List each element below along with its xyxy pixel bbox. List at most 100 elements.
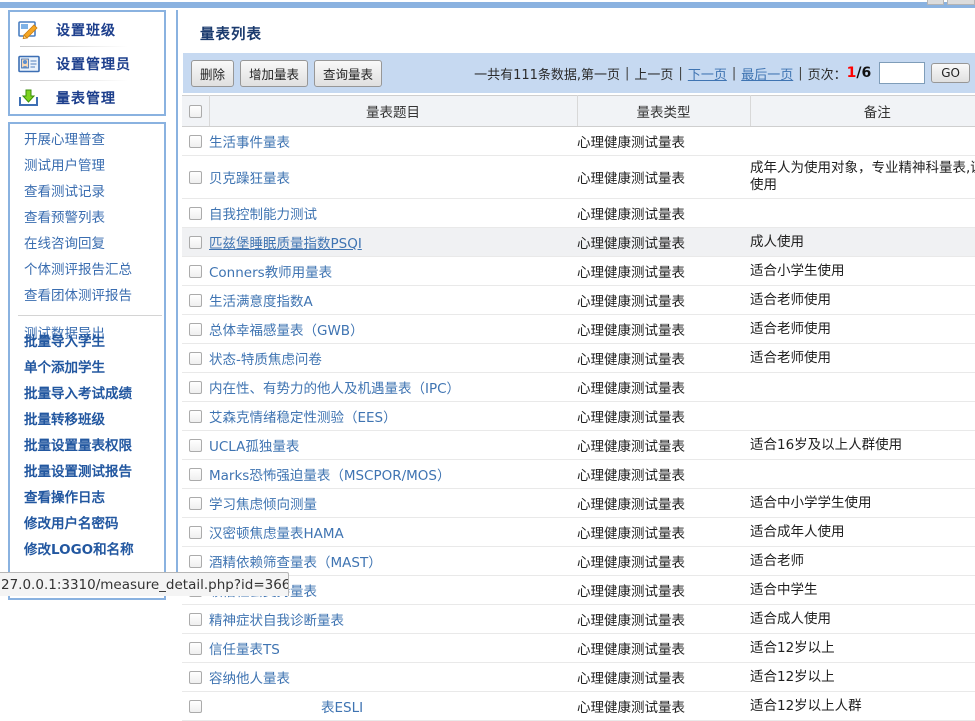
- scale-title-link[interactable]: 状态-特质焦虑问卷: [209, 348, 322, 368]
- row-checkbox[interactable]: [189, 439, 202, 452]
- scale-title-link[interactable]: 生活事件量表: [209, 131, 290, 151]
- scale-type: 心理健康测试量表: [577, 127, 750, 156]
- add-scale-button[interactable]: 增加量表: [240, 60, 308, 87]
- status-bar-url: 27.0.0.1:3310/measure_detail.php?id=366: [0, 572, 289, 596]
- scale-title-link[interactable]: 汉密顿焦虑量表HAMA: [209, 522, 344, 542]
- sidebar-menu-item[interactable]: 测试用户管理: [24, 153, 164, 179]
- scale-title-link[interactable]: 精神症状自我诊断量表: [209, 609, 344, 629]
- sidebar-menu-item[interactable]: 修改LOGO和名称: [24, 537, 164, 563]
- scale-type: 心理健康测试量表: [577, 576, 750, 605]
- sidebar-item-set-class[interactable]: 设置班级: [10, 13, 164, 46]
- scale-type: 心理健康测试量表: [577, 547, 750, 576]
- scale-remark: [750, 199, 975, 228]
- row-checkbox[interactable]: [189, 497, 202, 510]
- row-checkbox[interactable]: [189, 642, 202, 655]
- row-checkbox[interactable]: [189, 135, 202, 148]
- sidebar-menu-item[interactable]: 批量导入学生: [24, 329, 164, 355]
- table-row: 容纳他人量表心理健康测试量表适合12岁以上: [182, 663, 975, 692]
- next-page-link[interactable]: 下一页: [688, 64, 727, 83]
- sidebar-menu-item[interactable]: 在线咨询回复: [24, 231, 164, 257]
- column-header-remark: 备注: [750, 96, 975, 127]
- scale-remark: 适合老师使用: [750, 286, 975, 315]
- scale-title-link[interactable]: 自我控制能力测试: [209, 203, 317, 223]
- window-chrome-stub: [947, 0, 975, 5]
- scale-remark: [750, 402, 975, 431]
- row-checkbox[interactable]: [189, 381, 202, 394]
- row-checkbox[interactable]: [189, 410, 202, 423]
- table-row: 信任量表TS心理健康测试量表适合12岁以上: [182, 634, 975, 663]
- last-page-link[interactable]: 最后一页: [741, 64, 793, 83]
- select-all-checkbox[interactable]: [189, 105, 202, 118]
- row-checkbox[interactable]: [189, 613, 202, 626]
- delete-button[interactable]: 删除: [191, 60, 234, 87]
- scale-title-link[interactable]: 贝克躁狂量表: [209, 167, 290, 187]
- prev-page-link[interactable]: 上一页: [634, 64, 673, 83]
- sidebar-menu-item[interactable]: 批量转移班级: [24, 407, 164, 433]
- sidebar-menu-item[interactable]: 批量设置量表权限: [24, 433, 164, 459]
- scale-title-link[interactable]: 生活满意度指数A: [209, 290, 313, 310]
- row-checkbox[interactable]: [189, 468, 202, 481]
- sidebar-menu-item[interactable]: 开展心理普查: [24, 127, 164, 153]
- scale-title-link[interactable]: 学习焦虑倾向测量: [209, 493, 317, 513]
- scale-remark: 成年人为使用对象，专业精神科量表,谨慎使用: [750, 156, 975, 199]
- scale-title-link[interactable]: Conners教师用量表: [209, 261, 332, 281]
- sidebar-menu-item[interactable]: 单个添加学生: [24, 355, 164, 381]
- row-checkbox[interactable]: [189, 555, 202, 568]
- scale-remark: 适合12岁以上: [750, 634, 975, 663]
- scale-table-body: 生活事件量表心理健康测试量表贝克躁狂量表心理健康测试量表成年人为使用对象，专业精…: [182, 127, 975, 721]
- scale-type: 心理健康测试量表: [577, 228, 750, 257]
- table-row: Marks恐怖强迫量表（MSCPOR/MOS） 心理健康测试量表: [182, 460, 975, 489]
- sidebar-menu-item[interactable]: 查看预警列表: [24, 205, 164, 231]
- scale-remark: 成人使用: [750, 228, 975, 257]
- scale-title-link[interactable]: Marks恐怖强迫量表（MSCPOR/MOS）: [209, 464, 451, 484]
- row-checkbox[interactable]: [189, 700, 202, 713]
- row-checkbox[interactable]: [189, 171, 202, 184]
- sidebar-menu-item[interactable]: 查看操作日志: [24, 485, 164, 511]
- sidebar-menu-item[interactable]: 修改用户名密码: [24, 511, 164, 537]
- pagination-separator: |: [625, 66, 629, 81]
- row-checkbox[interactable]: [189, 236, 202, 249]
- row-checkbox[interactable]: [189, 671, 202, 684]
- sidebar-menu-item[interactable]: 查看团体测评报告: [24, 283, 164, 309]
- sidebar-menu-item[interactable]: 查看测试记录: [24, 179, 164, 205]
- scale-type: 心理健康测试量表: [577, 286, 750, 315]
- sidebar-menu-item[interactable]: 批量设置测试报告: [24, 459, 164, 485]
- scale-title-link[interactable]: 表ESLI: [321, 696, 363, 716]
- scale-title-link[interactable]: 总体幸福感量表（GWB）: [209, 319, 364, 339]
- scale-remark: 适合老师使用: [750, 344, 975, 373]
- row-checkbox[interactable]: [189, 323, 202, 336]
- scale-title-link[interactable]: 信任量表TS: [209, 638, 280, 658]
- edit-pencil-icon: [18, 20, 40, 40]
- scale-type: 心理健康测试量表: [577, 460, 750, 489]
- scale-title-link[interactable]: 匹兹堡睡眠质量指数PSQI: [209, 232, 362, 252]
- row-checkbox[interactable]: [189, 352, 202, 365]
- row-checkbox[interactable]: [189, 207, 202, 220]
- pagination-summary: 一共有111条数据,第一页: [474, 64, 620, 83]
- sidebar-item-label: 设置班级: [56, 20, 116, 40]
- scale-title-link[interactable]: 容纳他人量表: [209, 667, 290, 687]
- table-header-row: 量表题目 量表类型 备注: [182, 96, 975, 127]
- scale-type: 心理健康测试量表: [577, 605, 750, 634]
- table-row: 酒精依赖筛查量表（MAST）心理健康测试量表适合老师: [182, 547, 975, 576]
- table-row: 状态-特质焦虑问卷心理健康测试量表适合老师使用: [182, 344, 975, 373]
- row-checkbox[interactable]: [189, 265, 202, 278]
- scale-title-link[interactable]: 酒精依赖筛查量表（MAST）: [209, 551, 382, 571]
- sidebar-menu-item[interactable]: 批量导入考试成绩: [24, 381, 164, 407]
- scale-title-link[interactable]: 内在性、有势力的他人及机遇量表（IPC）: [209, 377, 460, 397]
- go-button[interactable]: GO: [931, 63, 970, 83]
- scale-title-link[interactable]: UCLA孤独量表: [209, 435, 299, 455]
- scale-type: 心理健康测试量表: [577, 315, 750, 344]
- top-frame-bar: [0, 2, 975, 8]
- page-number-input[interactable]: [879, 62, 925, 84]
- query-scale-button[interactable]: 查询量表: [314, 60, 382, 87]
- table-row: 内在性、有势力的他人及机遇量表（IPC）心理健康测试量表: [182, 373, 975, 402]
- scale-remark: 适合中小学学生使用: [750, 489, 975, 518]
- sidebar-menu-item[interactable]: 测试数据导出: [24, 321, 164, 329]
- row-checkbox[interactable]: [189, 526, 202, 539]
- sidebar-item-scale-manage[interactable]: 量表管理: [10, 81, 164, 114]
- sidebar-menu-item[interactable]: 个体测评报告汇总: [24, 257, 164, 283]
- scale-type: 心理健康测试量表: [577, 663, 750, 692]
- scale-title-link[interactable]: 艾森克情绪稳定性测验（EES）: [209, 406, 397, 426]
- sidebar-item-set-admin[interactable]: 设置管理员: [10, 47, 164, 80]
- row-checkbox[interactable]: [189, 294, 202, 307]
